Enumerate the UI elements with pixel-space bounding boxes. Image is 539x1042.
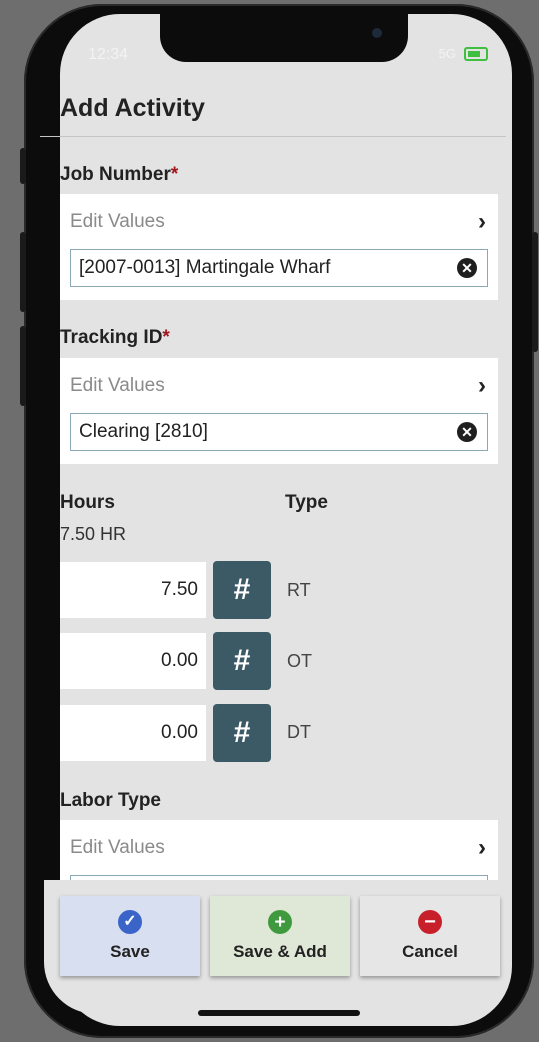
tracking-id-card: Edit Values › Clearing [2810] ✕ [60, 358, 498, 464]
tracking-id-edit-values[interactable]: Edit Values › [70, 368, 486, 404]
type-label: Type [285, 492, 328, 513]
hours-input-rt[interactable]: 7.50 [60, 562, 206, 618]
type-dt: DT [287, 722, 311, 742]
type-ot: OT [287, 651, 312, 671]
volume-down-button [20, 326, 26, 406]
notch [160, 14, 408, 62]
signal-label: 5G [438, 46, 456, 61]
hours-input-ot[interactable]: 0.00 [60, 633, 206, 689]
power-button [532, 232, 538, 352]
edit-values-text: Edit Values [70, 375, 165, 396]
chevron-right-icon: › [478, 834, 486, 861]
numpad-button-ot[interactable]: # [213, 632, 271, 690]
hours-input-dt[interactable]: 0.00 [60, 705, 206, 761]
status-indicators: 5G [439, 46, 488, 61]
edit-values-text: Edit Values [70, 211, 165, 232]
job-number-value-text: [2007-0013] Martingale Wharf [79, 257, 331, 278]
check-circle-icon: ✓ [118, 910, 142, 934]
required-marker: * [170, 164, 179, 185]
volume-up-button [20, 232, 26, 312]
labor-type-edit-values[interactable]: Edit Values › [70, 830, 486, 866]
chevron-right-icon: › [478, 208, 486, 235]
cancel-label: Cancel [402, 942, 458, 961]
job-number-label: Job Number* [60, 164, 178, 186]
numpad-button-dt[interactable]: # [213, 704, 271, 762]
save-and-add-button[interactable]: + Save & Add [210, 896, 350, 976]
tracking-id-value[interactable]: Clearing [2810] ✕ [70, 413, 488, 451]
tracking-id-label-text: Tracking ID [60, 327, 163, 348]
required-marker: * [162, 327, 170, 348]
cancel-button[interactable]: − Cancel [360, 896, 500, 976]
labor-type-label: Labor Type [60, 790, 161, 811]
mute-switch [20, 148, 26, 184]
status-time: 12:34 [88, 46, 129, 63]
type-rt: RT [287, 580, 311, 600]
camera-icon [372, 28, 382, 38]
battery-icon [464, 46, 488, 61]
job-number-card: Edit Values › [2007-0013] Martingale Wha… [60, 194, 498, 300]
hours-label: Hours [60, 492, 115, 513]
clear-icon[interactable]: ✕ [457, 258, 477, 278]
edit-values-text: Edit Values [70, 837, 165, 858]
minus-circle-icon: − [418, 910, 442, 934]
tracking-id-label: Tracking ID* [60, 327, 170, 349]
hours-total: 7.50 HR [60, 524, 127, 544]
clear-icon[interactable]: ✕ [457, 422, 477, 442]
home-indicator[interactable] [198, 1010, 360, 1016]
job-number-value[interactable]: [2007-0013] Martingale Wharf ✕ [70, 249, 488, 287]
numpad-button-rt[interactable]: # [213, 561, 271, 619]
plus-circle-icon: + [268, 910, 292, 934]
chevron-right-icon: › [478, 372, 486, 399]
save-and-add-label: Save & Add [233, 942, 327, 961]
save-button[interactable]: ✓ Save [60, 896, 200, 976]
job-number-label-text: Job Number [60, 164, 171, 185]
title-divider [40, 136, 506, 137]
job-number-edit-values[interactable]: Edit Values › [70, 204, 486, 240]
page-title: Add Activity [60, 94, 205, 122]
save-label: Save [110, 942, 150, 961]
tracking-id-value-text: Clearing [2810] [79, 421, 208, 442]
